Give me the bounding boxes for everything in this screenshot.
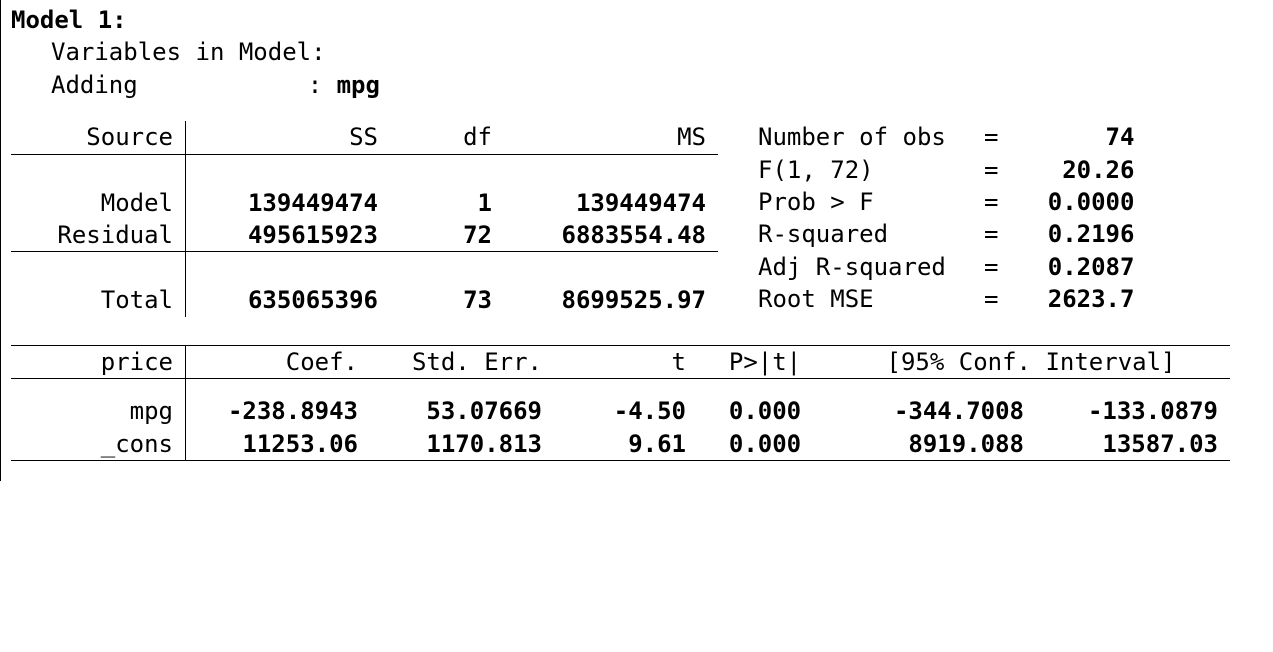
row-coef: 11253.06 [186,428,371,461]
row-df: 72 [390,219,504,252]
row-ss: 635065396 [186,284,391,316]
row-lo: -344.7008 [832,395,1036,427]
row-t: -4.50 [554,395,698,427]
row-df: 73 [390,284,504,316]
model-label: Model 1: [11,4,1263,36]
stat-value: 74 [1004,121,1144,153]
row-df: 1 [390,187,504,219]
row-ss: 495615923 [186,219,391,252]
stat-value: 0.0000 [1004,186,1144,218]
stat-label: Prob > F [748,186,978,218]
adding-line: Adding: mpg [11,69,1263,101]
adding-label: Adding [51,71,138,99]
equals: = [978,251,1004,283]
stata-output: Model 1: Variables in Model: Adding: mpg… [1,0,1273,481]
row-t: 9.61 [554,428,698,461]
col-ss: SS [186,121,391,154]
col-ci: [95% Conf. Interval] [832,345,1230,378]
stat-label: F(1, 72) [748,154,978,186]
col-se: Std. Err. [370,345,554,378]
equals: = [978,121,1004,153]
stat-label: R-squared [748,218,978,250]
row-p: 0.000 [698,428,832,461]
anova-table: Source SS df MS Model 139449474 1 139449… [11,121,718,317]
row-label: Residual [11,219,186,252]
coef-row-mpg: mpg -238.8943 53.07669 -4.50 0.000 -344.… [11,395,1230,427]
row-se: 53.07669 [370,395,554,427]
col-df: df [390,121,504,154]
stat-value: 20.26 [1004,154,1144,186]
row-label: Model [11,187,186,219]
row-ms: 6883554.48 [504,219,718,252]
row-label: _cons [11,428,186,461]
stat-value: 0.2087 [1004,251,1144,283]
anova-row-model: Model 139449474 1 139449474 [11,187,718,219]
added-var: mpg [337,71,380,99]
row-hi: 13587.03 [1036,428,1230,461]
stat-value: 2623.7 [1004,283,1144,315]
anova-row-residual: Residual 495615923 72 6883554.48 [11,219,718,252]
equals: = [978,283,1004,315]
row-label: Total [11,284,186,316]
col-ms: MS [504,121,718,154]
row-hi: -133.0879 [1036,395,1230,427]
anova-row-total: Total 635065396 73 8699525.97 [11,284,718,316]
col-t: t [554,345,698,378]
row-ms: 8699525.97 [504,284,718,316]
row-ms: 139449474 [504,187,718,219]
equals: = [978,154,1004,186]
stat-label: Root MSE [748,283,978,315]
depvar: price [11,345,186,378]
row-se: 1170.813 [370,428,554,461]
stat-label: Adj R-squared [748,251,978,283]
equals: = [978,218,1004,250]
row-ss: 139449474 [186,187,391,219]
coef-table: price Coef. Std. Err. t P>|t| [95% Conf.… [11,345,1230,461]
row-coef: -238.8943 [186,395,371,427]
row-label: mpg [11,395,186,427]
stat-label: Number of obs [748,121,978,153]
row-p: 0.000 [698,395,832,427]
equals: = [978,186,1004,218]
adding-colon: : [308,71,322,99]
row-lo: 8919.088 [832,428,1036,461]
coef-row-cons: _cons 11253.06 1170.813 9.61 0.000 8919.… [11,428,1230,461]
col-p: P>|t| [698,345,832,378]
stat-value: 0.2196 [1004,218,1144,250]
col-source: Source [11,121,186,154]
vars-in-model: Variables in Model: [11,36,1263,68]
col-coef: Coef. [186,345,371,378]
model-stats: Number of obs = 74 F(1, 72) = 20.26 Prob… [748,121,1144,315]
